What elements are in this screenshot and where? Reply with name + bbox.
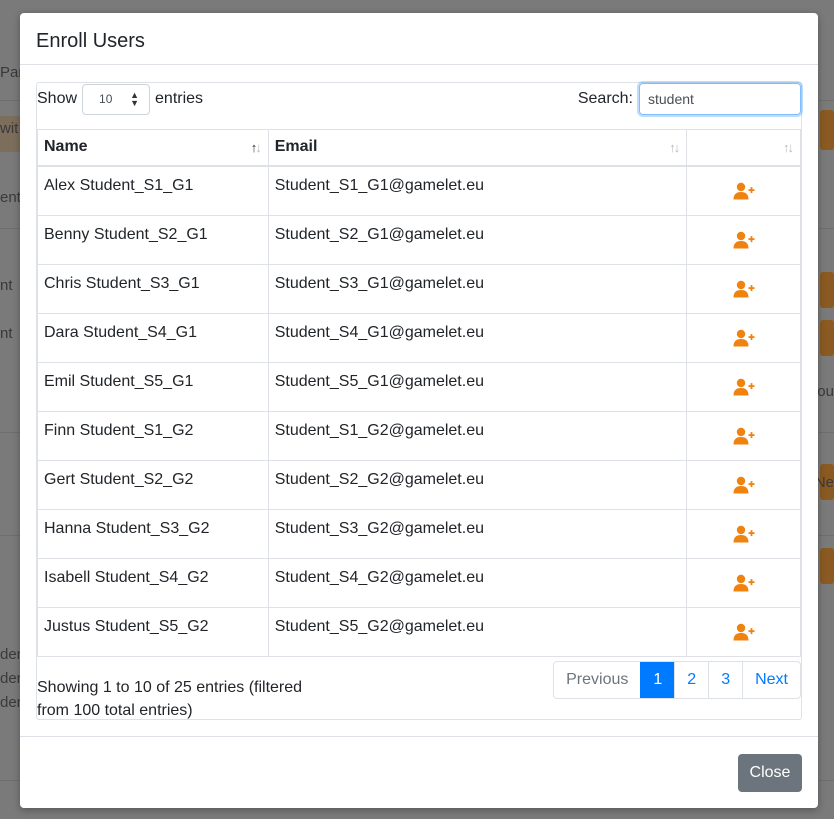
close-button[interactable]: Close xyxy=(738,754,802,792)
search-control: Search: student xyxy=(578,83,801,115)
user-plus-icon[interactable] xyxy=(733,525,755,543)
table-row: Benny Student_S2_G1 Student_S2_G1@gamelet… xyxy=(37,214,801,265)
modal-header: Enroll Users xyxy=(20,13,818,65)
user-email-cell: Student_S5_G1@gamelet.eu xyxy=(267,361,688,412)
bg-text: nt xyxy=(0,325,13,342)
pagination-next[interactable]: Next xyxy=(742,662,800,698)
pagination-page-3[interactable]: 3 xyxy=(708,662,742,698)
table-header-row: Name ↑↓ Email ↑↓ ↑↓ xyxy=(37,129,801,167)
table-row: Alex Student_S1_G1 Student_S1_G1@gamelet.… xyxy=(37,165,801,216)
enroll-users-modal: Enroll Users Show 10 ▲ ▼ entries Search: … xyxy=(20,13,818,808)
search-label: Search: xyxy=(577,90,633,107)
select-caret-icon: ▲ ▼ xyxy=(130,89,140,108)
user-email-cell: Student_S1_G1@gamelet.eu xyxy=(267,165,688,216)
users-table: Name ↑↓ Email ↑↓ ↑↓ Alex Student_S1_G1 St… xyxy=(37,129,801,657)
user-name-cell: Benny Student_S2_G1 xyxy=(37,214,269,265)
user-name-cell: Chris Student_S3_G1 xyxy=(37,263,269,314)
sort-ascending-icon: ↑↓ xyxy=(250,140,262,155)
column-header-email[interactable]: Email ↑↓ xyxy=(267,129,688,167)
entries-label: entries xyxy=(155,90,204,107)
user-name-cell: Dara Student_S4_G1 xyxy=(37,312,269,363)
user-plus-icon[interactable] xyxy=(733,280,755,298)
user-plus-icon[interactable] xyxy=(733,378,755,396)
sort-icon: ↑↓ xyxy=(669,140,680,155)
user-name-cell: Hanna Student_S3_G2 xyxy=(37,508,269,559)
column-label: Email xyxy=(274,138,318,155)
user-email-cell: Student_S2_G2@gamelet.eu xyxy=(267,459,688,510)
column-header-name[interactable]: Name ↑↓ xyxy=(37,129,269,167)
action-cell xyxy=(686,165,801,216)
user-plus-icon[interactable] xyxy=(733,574,755,592)
table-row: Chris Student_S3_G1 Student_S3_G1@gamelet… xyxy=(37,263,801,314)
user-name-cell: Justus Student_S5_G2 xyxy=(37,606,269,657)
user-name-cell: Gert Student_S2_G2 xyxy=(37,459,269,510)
modal-title: Enroll Users xyxy=(36,30,145,52)
table-row: Isabell Student_S4_G2 Student_S4_G2@gamel… xyxy=(37,557,801,608)
bg-text: wit xyxy=(0,120,19,137)
user-email-cell: Student_S4_G2@gamelet.eu xyxy=(267,557,688,608)
column-label: Name xyxy=(44,138,88,155)
user-plus-icon[interactable] xyxy=(733,182,755,200)
user-email-cell: Student_S4_G1@gamelet.eu xyxy=(267,312,688,363)
bg-text: ent xyxy=(0,189,21,206)
modal-footer: Close xyxy=(20,736,818,808)
user-email-cell: Student_S2_G1@gamelet.eu xyxy=(267,214,688,265)
action-cell xyxy=(686,361,801,412)
pagination-page-2[interactable]: 2 xyxy=(674,662,708,698)
action-cell xyxy=(686,263,801,314)
table-row: Hanna Student_S3_G2 Student_S3_G2@gamelet… xyxy=(37,508,801,559)
user-email-cell: Student_S5_G2@gamelet.eu xyxy=(267,606,688,657)
modal-body: Show 10 ▲ ▼ entries Search: student Name … xyxy=(36,82,802,720)
user-name-cell: Finn Student_S1_G2 xyxy=(37,410,269,461)
table-row: Emil Student_S5_G1 Student_S5_G1@gamelet.… xyxy=(37,361,801,412)
search-input[interactable]: student xyxy=(639,83,801,115)
action-cell xyxy=(686,410,801,461)
user-plus-icon[interactable] xyxy=(733,231,755,249)
table-row: Gert Student_S2_G2 Student_S2_G2@gamelet.… xyxy=(37,459,801,510)
action-cell xyxy=(686,459,801,510)
table-row: Dara Student_S4_G1 Student_S4_G1@gamelet.… xyxy=(37,312,801,363)
show-label: Show xyxy=(37,90,78,107)
pagination-previous[interactable]: Previous xyxy=(554,662,640,698)
user-email-cell: Student_S3_G1@gamelet.eu xyxy=(267,263,688,314)
page-length-control: Show 10 ▲ ▼ entries xyxy=(37,83,204,115)
table-row: Finn Student_S1_G2 Student_S1_G2@gamelet.… xyxy=(37,410,801,461)
user-plus-icon[interactable] xyxy=(733,427,755,445)
action-cell xyxy=(686,508,801,559)
user-email-cell: Student_S1_G2@gamelet.eu xyxy=(267,410,688,461)
user-plus-icon[interactable] xyxy=(733,329,755,347)
table-info: Showing 1 to 10 of 25 entries (filtered … xyxy=(37,679,303,719)
user-email-cell: Student_S3_G2@gamelet.eu xyxy=(267,508,688,559)
user-name-cell: Alex Student_S1_G1 xyxy=(37,165,269,216)
user-name-cell: Emil Student_S5_G1 xyxy=(37,361,269,412)
action-cell xyxy=(686,557,801,608)
action-cell xyxy=(686,312,801,363)
page-length-value: 10 xyxy=(99,91,113,106)
action-cell xyxy=(686,214,801,265)
user-plus-icon[interactable] xyxy=(733,476,755,494)
sort-icon: ↑↓ xyxy=(783,140,794,155)
user-name-cell: Isabell Student_S4_G2 xyxy=(37,557,269,608)
table-row: Justus Student_S5_G2 Student_S5_G2@gamele… xyxy=(37,606,801,657)
pagination: Previous 1 2 3 Next xyxy=(553,661,801,699)
bg-text: nt xyxy=(0,277,13,294)
column-header-actions[interactable]: ↑↓ xyxy=(686,129,801,167)
page-length-select[interactable]: 10 ▲ ▼ xyxy=(82,83,151,115)
user-plus-icon[interactable] xyxy=(733,623,755,641)
action-cell xyxy=(686,606,801,657)
pagination-page-1[interactable]: 1 xyxy=(640,662,675,698)
